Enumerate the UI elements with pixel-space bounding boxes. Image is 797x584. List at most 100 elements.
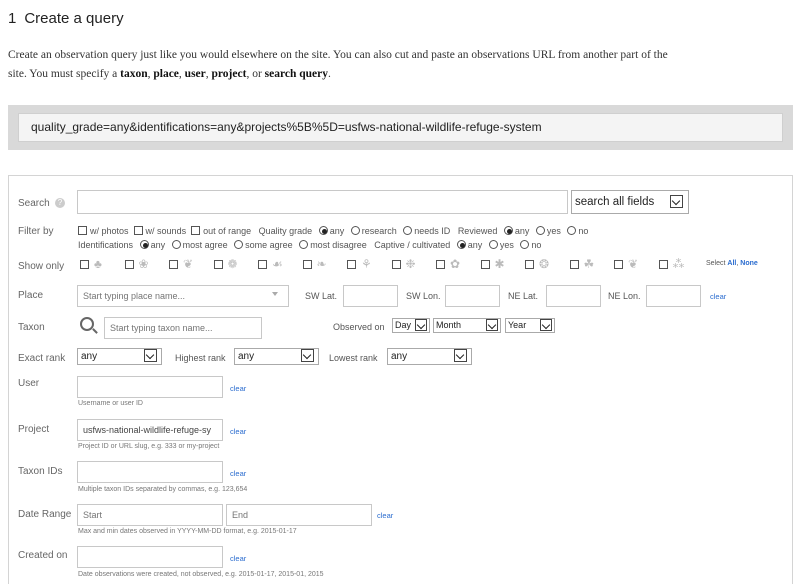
query-url-input[interactable]: quality_grade=any&identifications=any&pr… [18, 113, 783, 142]
created-on-clear-link[interactable]: clear [230, 554, 246, 563]
place-input[interactable] [77, 285, 289, 307]
qg-any-radio[interactable] [318, 226, 328, 235]
ne-lat-input[interactable] [546, 285, 601, 307]
id-any-radio[interactable] [139, 240, 149, 249]
created-on-hint: Date observations were created, not obse… [78, 571, 324, 578]
section-heading: 1 Create a query [8, 10, 124, 27]
rev-no-radio[interactable] [567, 226, 577, 235]
chevron-down-icon [454, 349, 467, 362]
help-icon[interactable]: ? [55, 198, 65, 208]
sw-lat-input[interactable] [343, 285, 398, 307]
day-value: Day [395, 320, 412, 330]
out-of-range-checkbox[interactable] [191, 226, 201, 235]
chevron-down-icon [670, 195, 683, 208]
taxon-filter-checkbox[interactable] [614, 260, 623, 269]
intro-sep: , or [246, 68, 265, 80]
place-clear-link[interactable]: clear [710, 292, 726, 301]
taxon-filter-checkbox[interactable] [213, 260, 223, 269]
animal-icon: ☘ [583, 257, 595, 271]
taxon-filter-checkbox[interactable] [258, 260, 267, 269]
project-clear-link[interactable]: clear [230, 427, 246, 436]
taxon-filter-checkbox[interactable] [169, 260, 178, 269]
qg-research-radio[interactable] [350, 226, 360, 235]
filter-by-label: Filter by [18, 226, 54, 237]
date-range-clear-link[interactable]: clear [377, 511, 393, 520]
exact-rank-value: any [81, 351, 98, 362]
id-most-agree-radio[interactable] [171, 240, 181, 249]
rev-no-label: no [578, 226, 589, 236]
ne-lat-label: NE Lat. [508, 291, 539, 301]
taxon-ids-label: Taxon IDs [18, 466, 63, 477]
user-clear-link[interactable]: clear [230, 384, 246, 393]
date-range-hint: Max and min dates observed in YYYY-MM-DD… [78, 528, 297, 535]
project-input[interactable] [77, 419, 223, 441]
date-end-input[interactable] [226, 504, 372, 526]
identifications-label: Identifications [78, 240, 134, 250]
section-title: Create a query [24, 10, 124, 27]
chevron-down-icon [415, 319, 427, 331]
year-value: Year [508, 320, 527, 330]
intro-text: Create an observation query just like yo… [8, 46, 793, 84]
rev-any-radio[interactable] [503, 226, 513, 235]
mammal-icon: ☙ [272, 257, 283, 271]
protozoa-icon: ❂ [539, 257, 550, 271]
sw-lon-input[interactable] [445, 285, 500, 307]
chevron-down-icon [272, 292, 278, 296]
taxon-ids-input[interactable] [77, 461, 223, 483]
sounds-label: w/ sounds [145, 226, 187, 236]
required-search-query: search query [264, 68, 329, 80]
chromista-icon: ❦ [628, 257, 639, 271]
search-label: Search [18, 198, 50, 209]
sw-lon-label: SW Lon. [406, 291, 441, 301]
chevron-down-icon [486, 319, 498, 331]
date-start-input[interactable] [77, 504, 223, 526]
cap-no-radio[interactable] [520, 240, 530, 249]
id-some-agree-label: some agree [245, 240, 293, 250]
user-input[interactable] [77, 376, 223, 398]
search-icon [80, 317, 94, 331]
cap-any-label: any [467, 240, 483, 250]
created-on-label: Created on [18, 550, 68, 561]
intro-end: . [328, 68, 331, 80]
place-label: Place [18, 290, 44, 301]
rev-yes-radio[interactable] [535, 226, 545, 235]
taxon-input[interactable] [104, 317, 262, 339]
select-none-link[interactable]: None [740, 260, 758, 267]
cap-yes-radio[interactable] [488, 240, 498, 249]
taxon-filter-checkbox[interactable] [124, 260, 134, 269]
photos-checkbox[interactable] [78, 226, 87, 235]
taxon-filter-checkbox[interactable] [658, 260, 668, 269]
cap-any-radio[interactable] [456, 240, 466, 249]
created-on-input[interactable] [77, 546, 223, 568]
project-hint: Project ID or URL slug, e.g. 333 or my-p… [78, 443, 220, 450]
show-only-label: Show only [18, 261, 65, 272]
bird-icon: ❦ [183, 257, 194, 271]
taxon-filter-checkbox[interactable] [569, 260, 579, 269]
fungus-icon: ❀ [138, 257, 149, 271]
intro-line-2: site. You must specify a [8, 68, 121, 80]
taxon-filter-checkbox[interactable] [391, 260, 401, 269]
taxon-filter-checkbox[interactable] [80, 260, 89, 269]
taxon-filter-checkbox[interactable] [436, 260, 445, 269]
qg-needs-id-label: needs ID [414, 226, 451, 236]
id-most-disagree-radio[interactable] [299, 240, 309, 249]
ne-lon-input[interactable] [646, 285, 701, 307]
highest-rank-label: Highest rank [175, 353, 226, 363]
sounds-checkbox[interactable] [133, 226, 143, 235]
required-place: place [153, 68, 179, 80]
taxon-filter-checkbox[interactable] [480, 260, 490, 269]
taxon-filter-checkbox[interactable] [302, 260, 312, 269]
amphibian-icon: ❉ [405, 257, 416, 271]
arachnid-icon: ✱ [494, 257, 505, 271]
required-taxon: taxon [120, 68, 148, 80]
taxon-ids-clear-link[interactable]: clear [230, 469, 246, 478]
project-label: Project [18, 424, 50, 435]
exact-rank-label: Exact rank [18, 353, 66, 364]
taxon-filter-checkbox[interactable] [525, 260, 534, 269]
qg-needs-id-radio[interactable] [403, 226, 413, 235]
reviewed-label: Reviewed [457, 226, 498, 236]
taxon-filter-checkbox[interactable] [347, 260, 356, 269]
id-some-agree-radio[interactable] [234, 240, 244, 249]
observed-on-label: Observed on [333, 322, 385, 332]
search-input[interactable] [77, 190, 568, 214]
